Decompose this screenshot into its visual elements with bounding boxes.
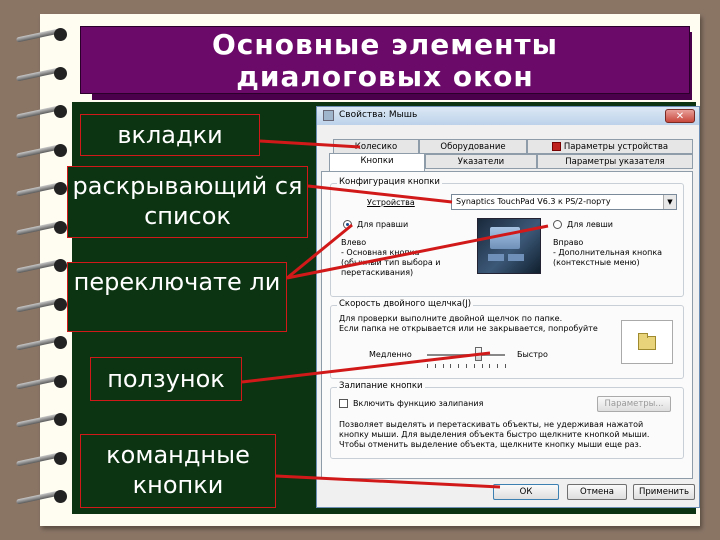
speed-slider-thumb[interactable] — [474, 347, 482, 361]
mouse-icon — [323, 110, 334, 121]
slider-tick — [489, 364, 491, 368]
cancel-button[interactable]: Отмена — [567, 484, 627, 500]
slider-tick — [505, 364, 506, 368]
device-dropdown-value: Synaptics TouchPad V6.3 к PS/2-порту — [456, 197, 611, 206]
dialog-titlebar[interactable]: Свойства: Мышь ✕ — [317, 107, 699, 125]
ok-button[interactable]: ОК — [493, 484, 559, 500]
click-lock-label: Включить функцию залипания — [353, 399, 484, 408]
tab-pane-buttons: Конфигурация кнопки Устройства Synaptics… — [321, 171, 693, 479]
slider-tick — [473, 364, 475, 368]
spiral-ring — [14, 142, 70, 160]
left-button-title: Влево — [341, 238, 367, 247]
right-button-desc2: (контекстные меню) — [553, 258, 640, 267]
spiral-ring — [14, 334, 70, 352]
spiral-ring — [14, 26, 70, 44]
touchpad-image — [477, 218, 541, 274]
close-button[interactable]: ✕ — [665, 109, 695, 123]
tab-pointer-options[interactable]: Параметры указателя — [537, 154, 693, 169]
tab-hardware[interactable]: Оборудование — [419, 139, 527, 154]
click-lock-params-button[interactable]: Параметры... — [597, 396, 671, 412]
tab-pointers[interactable]: Указатели — [425, 154, 537, 169]
test-folder-box[interactable] — [621, 320, 673, 364]
folder-icon[interactable] — [638, 333, 656, 350]
label-slider: ползунок — [90, 357, 242, 401]
right-button-desc1: - Дополнительная кнопка — [553, 248, 663, 257]
click-lock-desc2: кнопку мыши. Для выделения объекта быстр… — [339, 430, 650, 439]
speed-text1: Для проверки выполните двойной щелчок по… — [339, 314, 563, 323]
chevron-down-icon[interactable]: ▼ — [663, 195, 676, 209]
device-dropdown[interactable]: Synaptics TouchPad V6.3 к PS/2-порту ▼ — [451, 194, 677, 210]
speed-fast-label: Быстро — [517, 350, 548, 359]
spiral-binding — [14, 26, 74, 526]
mouse-properties-dialog: Свойства: Мышь ✕ Колесико Оборудование П… — [316, 106, 700, 508]
label-buttons: командные кнопки — [80, 434, 276, 508]
left-button-desc1: - Основная кнопка — [341, 248, 420, 257]
right-hand-radio[interactable] — [343, 220, 352, 229]
slide-title-line1: Основные элементы — [212, 28, 558, 61]
speed-slider-track[interactable] — [427, 354, 505, 357]
left-hand-radio[interactable] — [553, 220, 562, 229]
slider-tick — [450, 364, 452, 368]
spiral-ring — [14, 450, 70, 468]
spiral-ring — [14, 296, 70, 314]
tab-buttons[interactable]: Кнопки — [329, 153, 425, 172]
tab-wheel[interactable]: Колесико — [333, 139, 419, 154]
spiral-ring — [14, 180, 70, 198]
device-label: Устройства — [367, 198, 415, 207]
dialog-title: Свойства: Мышь — [339, 110, 418, 120]
slider-tick — [442, 364, 444, 368]
tab-device-settings[interactable]: Параметры устройства — [527, 139, 693, 154]
spiral-ring — [14, 219, 70, 237]
spiral-ring — [14, 373, 70, 391]
spiral-ring — [14, 411, 70, 429]
spiral-ring — [14, 103, 70, 121]
spiral-ring — [14, 257, 70, 275]
label-tabs: вкладки — [80, 114, 260, 156]
right-button-title: Вправо — [553, 238, 584, 247]
click-lock-desc3: Чтобы отменить выделение объекта, щелкни… — [339, 440, 642, 449]
label-radios: переключате ли — [67, 262, 287, 332]
left-button-desc2: (обычный тип выбора и — [341, 258, 441, 267]
speed-text2: Если папка не открывается или не закрыва… — [339, 324, 598, 333]
double-click-speed-title: Скорость двойного щелчка(J) — [337, 299, 474, 309]
slide-title: Основные элементы диалоговых окон — [80, 26, 690, 94]
click-lock-title: Залипание кнопки — [337, 381, 425, 391]
device-settings-icon — [551, 142, 561, 151]
apply-button[interactable]: Применить — [633, 484, 695, 500]
right-hand-label: Для правши — [357, 220, 409, 229]
left-button-desc3: перетаскивания) — [341, 268, 414, 277]
spiral-ring — [14, 488, 70, 506]
click-lock-checkbox[interactable] — [339, 399, 348, 408]
slider-tick — [466, 364, 467, 368]
slider-tick — [497, 364, 499, 368]
spiral-ring — [14, 65, 70, 83]
slider-tick — [434, 364, 436, 368]
slider-tick — [427, 364, 428, 368]
click-lock-group: Залипание кнопки Включить функцию залипа… — [330, 381, 684, 459]
slider-tick — [458, 364, 460, 368]
button-config-title: Конфигурация кнопки — [337, 177, 442, 187]
slider-tick — [481, 364, 483, 368]
label-dropdown: раскрывающий ся список — [67, 166, 308, 238]
button-config-group: Конфигурация кнопки Устройства Synaptics… — [330, 177, 684, 297]
left-hand-label: Для левши — [567, 220, 613, 229]
speed-slow-label: Медленно — [369, 350, 412, 359]
double-click-speed-group: Скорость двойного щелчка(J) Для проверки… — [330, 299, 684, 379]
click-lock-desc1: Позволяет выделять и перетаскивать объек… — [339, 420, 644, 429]
slide-title-line2: диалоговых окон — [236, 60, 534, 93]
